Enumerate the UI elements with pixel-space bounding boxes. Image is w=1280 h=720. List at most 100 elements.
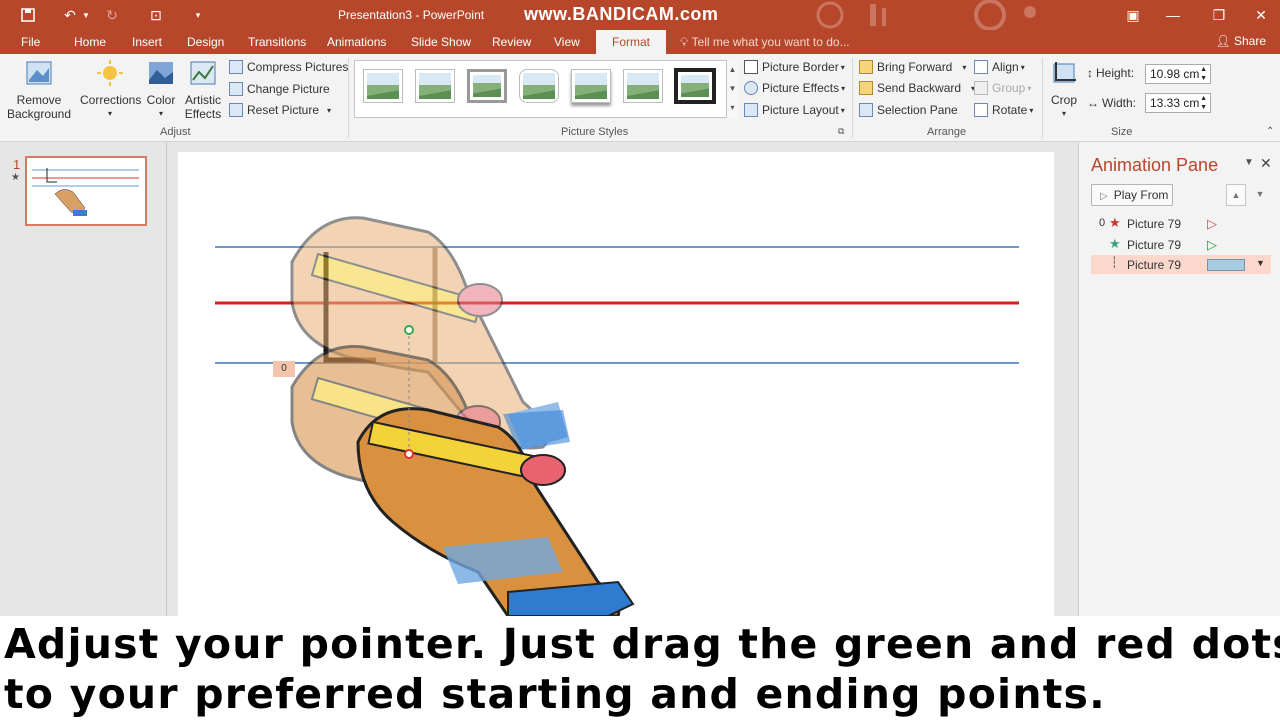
- selection-pane-icon: [859, 103, 873, 117]
- width-label: Width:: [1102, 96, 1137, 110]
- close-pane-icon[interactable]: ✕: [1260, 155, 1272, 172]
- spinner-icon[interactable]: ▲ ▼: [1200, 94, 1207, 112]
- rotate-button[interactable]: Rotate ▾: [974, 103, 1033, 117]
- chevron-down-icon: ▾: [1027, 83, 1032, 93]
- thumbnail-preview: [32, 168, 139, 216]
- bring-forward-button[interactable]: Bring Forward ▾: [859, 60, 966, 74]
- redo-icon[interactable]: ↻: [100, 5, 124, 25]
- picture-style-1[interactable]: [363, 69, 403, 103]
- spinner-icon[interactable]: ▲ ▼: [1200, 65, 1207, 83]
- collapse-ribbon-icon[interactable]: ⌃: [1266, 126, 1274, 137]
- picture-style-4[interactable]: [519, 69, 559, 103]
- corrections-label: Corrections: [80, 93, 142, 107]
- play-icon: ▷: [1100, 191, 1108, 202]
- title-bar: ↶ ▼ ↻ ⊡ ▾ Presentation3 - PowerPoint www…: [0, 0, 1280, 30]
- picture-style-3[interactable]: [467, 69, 507, 103]
- send-backward-button[interactable]: Send Backward▾: [859, 81, 975, 95]
- color-button[interactable]: Color ▾: [146, 60, 176, 121]
- height-input[interactable]: 10.98 cm ▲ ▼: [1145, 64, 1211, 84]
- tab-home[interactable]: Home: [74, 35, 106, 49]
- close-icon[interactable]: ✕: [1246, 4, 1276, 26]
- tab-design[interactable]: Design: [187, 35, 224, 49]
- selection-pane-button[interactable]: Selection Pane: [859, 103, 958, 117]
- chevron-down-icon: ▾: [840, 62, 845, 72]
- move-up-button[interactable]: ▲: [1226, 184, 1246, 206]
- height-label: Height:: [1096, 66, 1135, 80]
- width-input[interactable]: 13.33 cm ▲ ▼: [1145, 93, 1211, 113]
- video-caption: Adjust your pointer. Just drag the green…: [0, 616, 1280, 720]
- bring-forward-icon: [859, 60, 873, 74]
- slide-number: 1: [13, 157, 21, 172]
- tab-transitions[interactable]: Transitions: [248, 35, 306, 49]
- sun-icon: [97, 60, 123, 86]
- play-from-button[interactable]: ▷ Play From: [1091, 184, 1173, 206]
- minimize-icon[interactable]: —: [1158, 4, 1188, 26]
- picture-effects-button[interactable]: Picture Effects ▾: [744, 81, 845, 95]
- animation-star-icon: ★: [11, 172, 20, 183]
- picture-layout-label: Picture Layout: [762, 103, 839, 117]
- tab-slide-show[interactable]: Slide Show: [411, 35, 471, 49]
- animation-item-number: 0: [1099, 217, 1106, 229]
- customize-qat-icon[interactable]: ▾: [190, 5, 206, 25]
- motion-path-start-point[interactable]: [404, 325, 414, 335]
- change-picture-button[interactable]: Change Picture: [229, 82, 330, 96]
- animation-item[interactable]: ★ Picture 79 ▷: [1091, 235, 1271, 254]
- animation-item-selected[interactable]: ┆ Picture 79 ▼: [1091, 255, 1271, 274]
- reset-picture-icon: [229, 103, 243, 117]
- animation-item-label: Picture 79: [1127, 258, 1182, 272]
- picture-style-6[interactable]: [623, 69, 663, 103]
- picture-style-5[interactable]: [571, 69, 611, 103]
- pane-options-icon[interactable]: ▼: [1244, 157, 1254, 168]
- slide-canvas[interactable]: [178, 152, 1054, 618]
- tab-insert[interactable]: Insert: [132, 35, 162, 49]
- picture-layout-button[interactable]: Picture Layout ▾: [744, 103, 845, 117]
- chevron-down-icon[interactable]: ▼: [1256, 258, 1265, 268]
- animation-item-label: Picture 79: [1127, 217, 1182, 231]
- move-down-button[interactable]: ▼: [1250, 184, 1270, 206]
- tab-review[interactable]: Review: [492, 35, 531, 49]
- tab-view[interactable]: View: [554, 35, 580, 49]
- align-icon: [974, 60, 988, 74]
- chevron-down-icon: ▾: [1061, 109, 1066, 118]
- slide-thumbnail[interactable]: [25, 156, 147, 226]
- undo-icon[interactable]: ↶: [58, 5, 82, 25]
- arrange-group-label: Arrange: [927, 126, 967, 138]
- tab-format[interactable]: Format: [596, 30, 667, 54]
- remove-background-button[interactable]: Remove Background: [6, 60, 72, 121]
- ribbon-display-options-icon[interactable]: ▣: [1118, 4, 1148, 26]
- dialog-launcher-icon[interactable]: ⧉: [838, 126, 844, 137]
- undo-dropdown-icon[interactable]: ▼: [80, 5, 92, 25]
- picture-style-2[interactable]: [415, 69, 455, 103]
- gallery-scroll[interactable]: ▲ ▼ ▾: [726, 60, 738, 118]
- reset-picture-button[interactable]: Reset Picture ▾: [229, 103, 331, 117]
- group-button[interactable]: Group ▾: [974, 81, 1031, 95]
- caption-line-2: to your preferred starting and ending po…: [4, 670, 1106, 718]
- animation-pane-title: Animation Pane: [1091, 155, 1219, 175]
- slide-content: [215, 216, 1019, 618]
- chevron-down-icon: ▾: [107, 109, 112, 118]
- reset-label: Reset Picture: [247, 103, 320, 117]
- artistic-effects-button[interactable]: Artistic Effects: [181, 60, 225, 121]
- share-button[interactable]: 👤︎ Share: [1215, 34, 1266, 48]
- color-picture-icon: [149, 62, 173, 84]
- chevron-down-icon: ▾: [1029, 105, 1034, 115]
- animation-order-tag[interactable]: 0: [273, 361, 295, 377]
- size-group-label: Size: [1111, 126, 1133, 138]
- exit-triangle-icon: ▷: [1207, 216, 1217, 231]
- tell-me-search[interactable]: 💡︎ Tell me what you want to do...: [680, 35, 850, 50]
- group-divider: [852, 58, 853, 138]
- adjust-group-label: Adjust: [160, 126, 191, 138]
- tab-file[interactable]: File: [21, 35, 40, 49]
- animation-item[interactable]: 0 ★ Picture 79 ▷: [1091, 214, 1271, 233]
- motion-path-end-point[interactable]: [404, 449, 414, 459]
- picture-border-button[interactable]: Picture Border ▾: [744, 60, 845, 74]
- start-from-beginning-icon[interactable]: ⊡: [144, 5, 168, 25]
- tab-animations[interactable]: Animations: [327, 35, 386, 49]
- align-button[interactable]: Align ▾: [974, 60, 1025, 74]
- crop-button[interactable]: Crop ▾: [1048, 60, 1080, 121]
- picture-style-7[interactable]: [674, 68, 716, 104]
- compress-pictures-button[interactable]: Compress Pictures: [229, 60, 348, 74]
- corrections-button[interactable]: Corrections ▾: [80, 60, 142, 121]
- save-icon[interactable]: [16, 5, 40, 25]
- restore-icon[interactable]: ❐: [1204, 4, 1234, 26]
